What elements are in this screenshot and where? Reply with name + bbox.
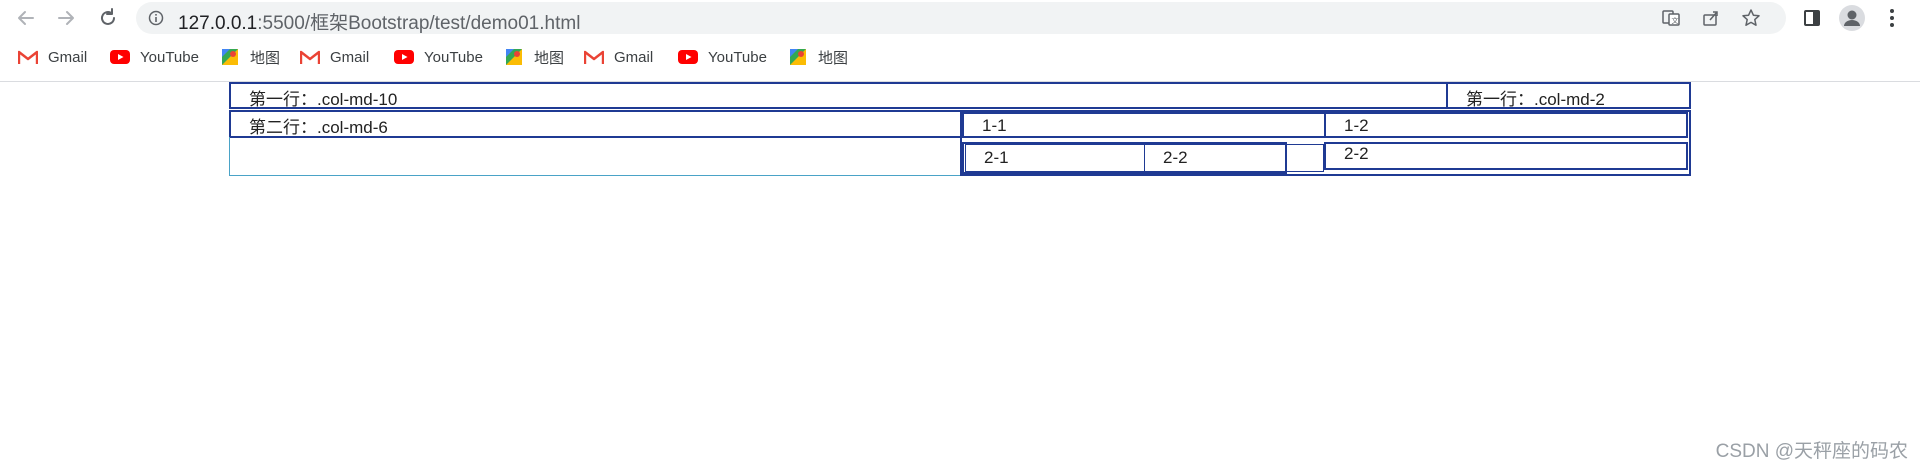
site-info-icon[interactable] [148, 10, 164, 26]
menu-kebab-icon[interactable] [1878, 4, 1906, 32]
bookmark-youtube[interactable]: YouTube [394, 46, 483, 68]
gmail-icon [584, 48, 604, 66]
maps-icon [788, 48, 808, 66]
reload-icon[interactable] [94, 4, 122, 32]
back-icon[interactable] [12, 4, 40, 32]
cell-1-2-label: 1-2 [1344, 116, 1369, 135]
row2-col-md-6-label: 第二行：.col-md-6 [249, 118, 388, 137]
url-text: 127.0.0.1:5500/框架Bootstrap/test/demo01.h… [178, 8, 580, 35]
youtube-icon [678, 48, 698, 66]
bookmark-maps[interactable]: 地图 [788, 46, 848, 68]
share-icon[interactable] [1700, 7, 1722, 29]
cell-2-2-nested: 2-2 [1144, 144, 1324, 172]
bookmark-star-icon[interactable] [1740, 7, 1762, 29]
cell-1-1: 1-1 [962, 112, 1326, 138]
row2-col-md-6: 第二行：.col-md-6 [229, 110, 962, 138]
forward-icon[interactable] [52, 4, 80, 32]
cell-1-1-label: 1-1 [982, 116, 1007, 135]
cell-1-2: 1-2 [1324, 112, 1688, 138]
bookmark-gmail[interactable]: Gmail [584, 46, 653, 68]
youtube-icon [394, 48, 414, 66]
profile-avatar-icon[interactable] [1838, 4, 1866, 32]
bookmark-label: Gmail [330, 48, 370, 66]
row1-col-md-10: 第一行：.col-md-10 [229, 82, 1448, 109]
side-panel-icon[interactable] [1798, 4, 1826, 32]
youtube-icon [110, 48, 130, 66]
gmail-icon [18, 48, 38, 66]
url-path: :5500/框架Bootstrap/test/demo01.html [257, 13, 581, 34]
bookmark-label: 地图 [818, 49, 849, 67]
bookmark-youtube[interactable]: YouTube [678, 46, 767, 68]
translate-icon[interactable]: 文 [1660, 7, 1682, 29]
cell-2-2-label: 2-2 [1344, 144, 1369, 163]
maps-icon [504, 48, 524, 66]
row2-col-md-6-body [229, 137, 962, 176]
maps-icon [220, 48, 240, 66]
bookmark-gmail[interactable]: Gmail [18, 46, 87, 68]
svg-text:文: 文 [1672, 16, 1679, 25]
browser-toolbar: 127.0.0.1:5500/框架Bootstrap/test/demo01.h… [0, 0, 1920, 36]
bookmark-label: YouTube [140, 48, 199, 66]
bookmark-youtube[interactable]: YouTube [110, 46, 199, 68]
address-bar[interactable]: 127.0.0.1:5500/框架Bootstrap/test/demo01.h… [136, 2, 1786, 34]
bookmark-label: YouTube [708, 48, 767, 66]
bookmark-label: 地图 [534, 49, 565, 67]
bookmark-label: YouTube [424, 48, 483, 66]
bookmark-label: Gmail [48, 48, 88, 66]
url-host: 127.0.0.1 [178, 13, 258, 34]
gmail-icon [300, 48, 320, 66]
bookmark-maps[interactable]: 地图 [504, 46, 564, 68]
bookmark-label: Gmail [614, 48, 654, 66]
cell-2-2-nested-label: 2-2 [1163, 148, 1188, 167]
cell-2-2: 2-2 [1324, 142, 1688, 170]
csdn-watermark: CSDN @天秤座的码农 [1715, 441, 1908, 462]
row1-col-md-2-label: 第一行：.col-md-2 [1466, 90, 1605, 109]
bookmark-label: 地图 [250, 49, 281, 67]
bookmarks-bar: Gmail YouTube 地图 Gmail YouTube 地图 Gmail … [0, 40, 1920, 74]
row1-col-md-2: 第一行：.col-md-2 [1446, 82, 1691, 109]
bookmark-gmail[interactable]: Gmail [300, 46, 369, 68]
cell-2-1: 2-1 [965, 144, 1145, 172]
row1-col-md-10-label: 第一行：.col-md-10 [249, 90, 398, 109]
cell-2-1-label: 2-1 [984, 148, 1009, 167]
bookmark-maps[interactable]: 地图 [220, 46, 280, 68]
